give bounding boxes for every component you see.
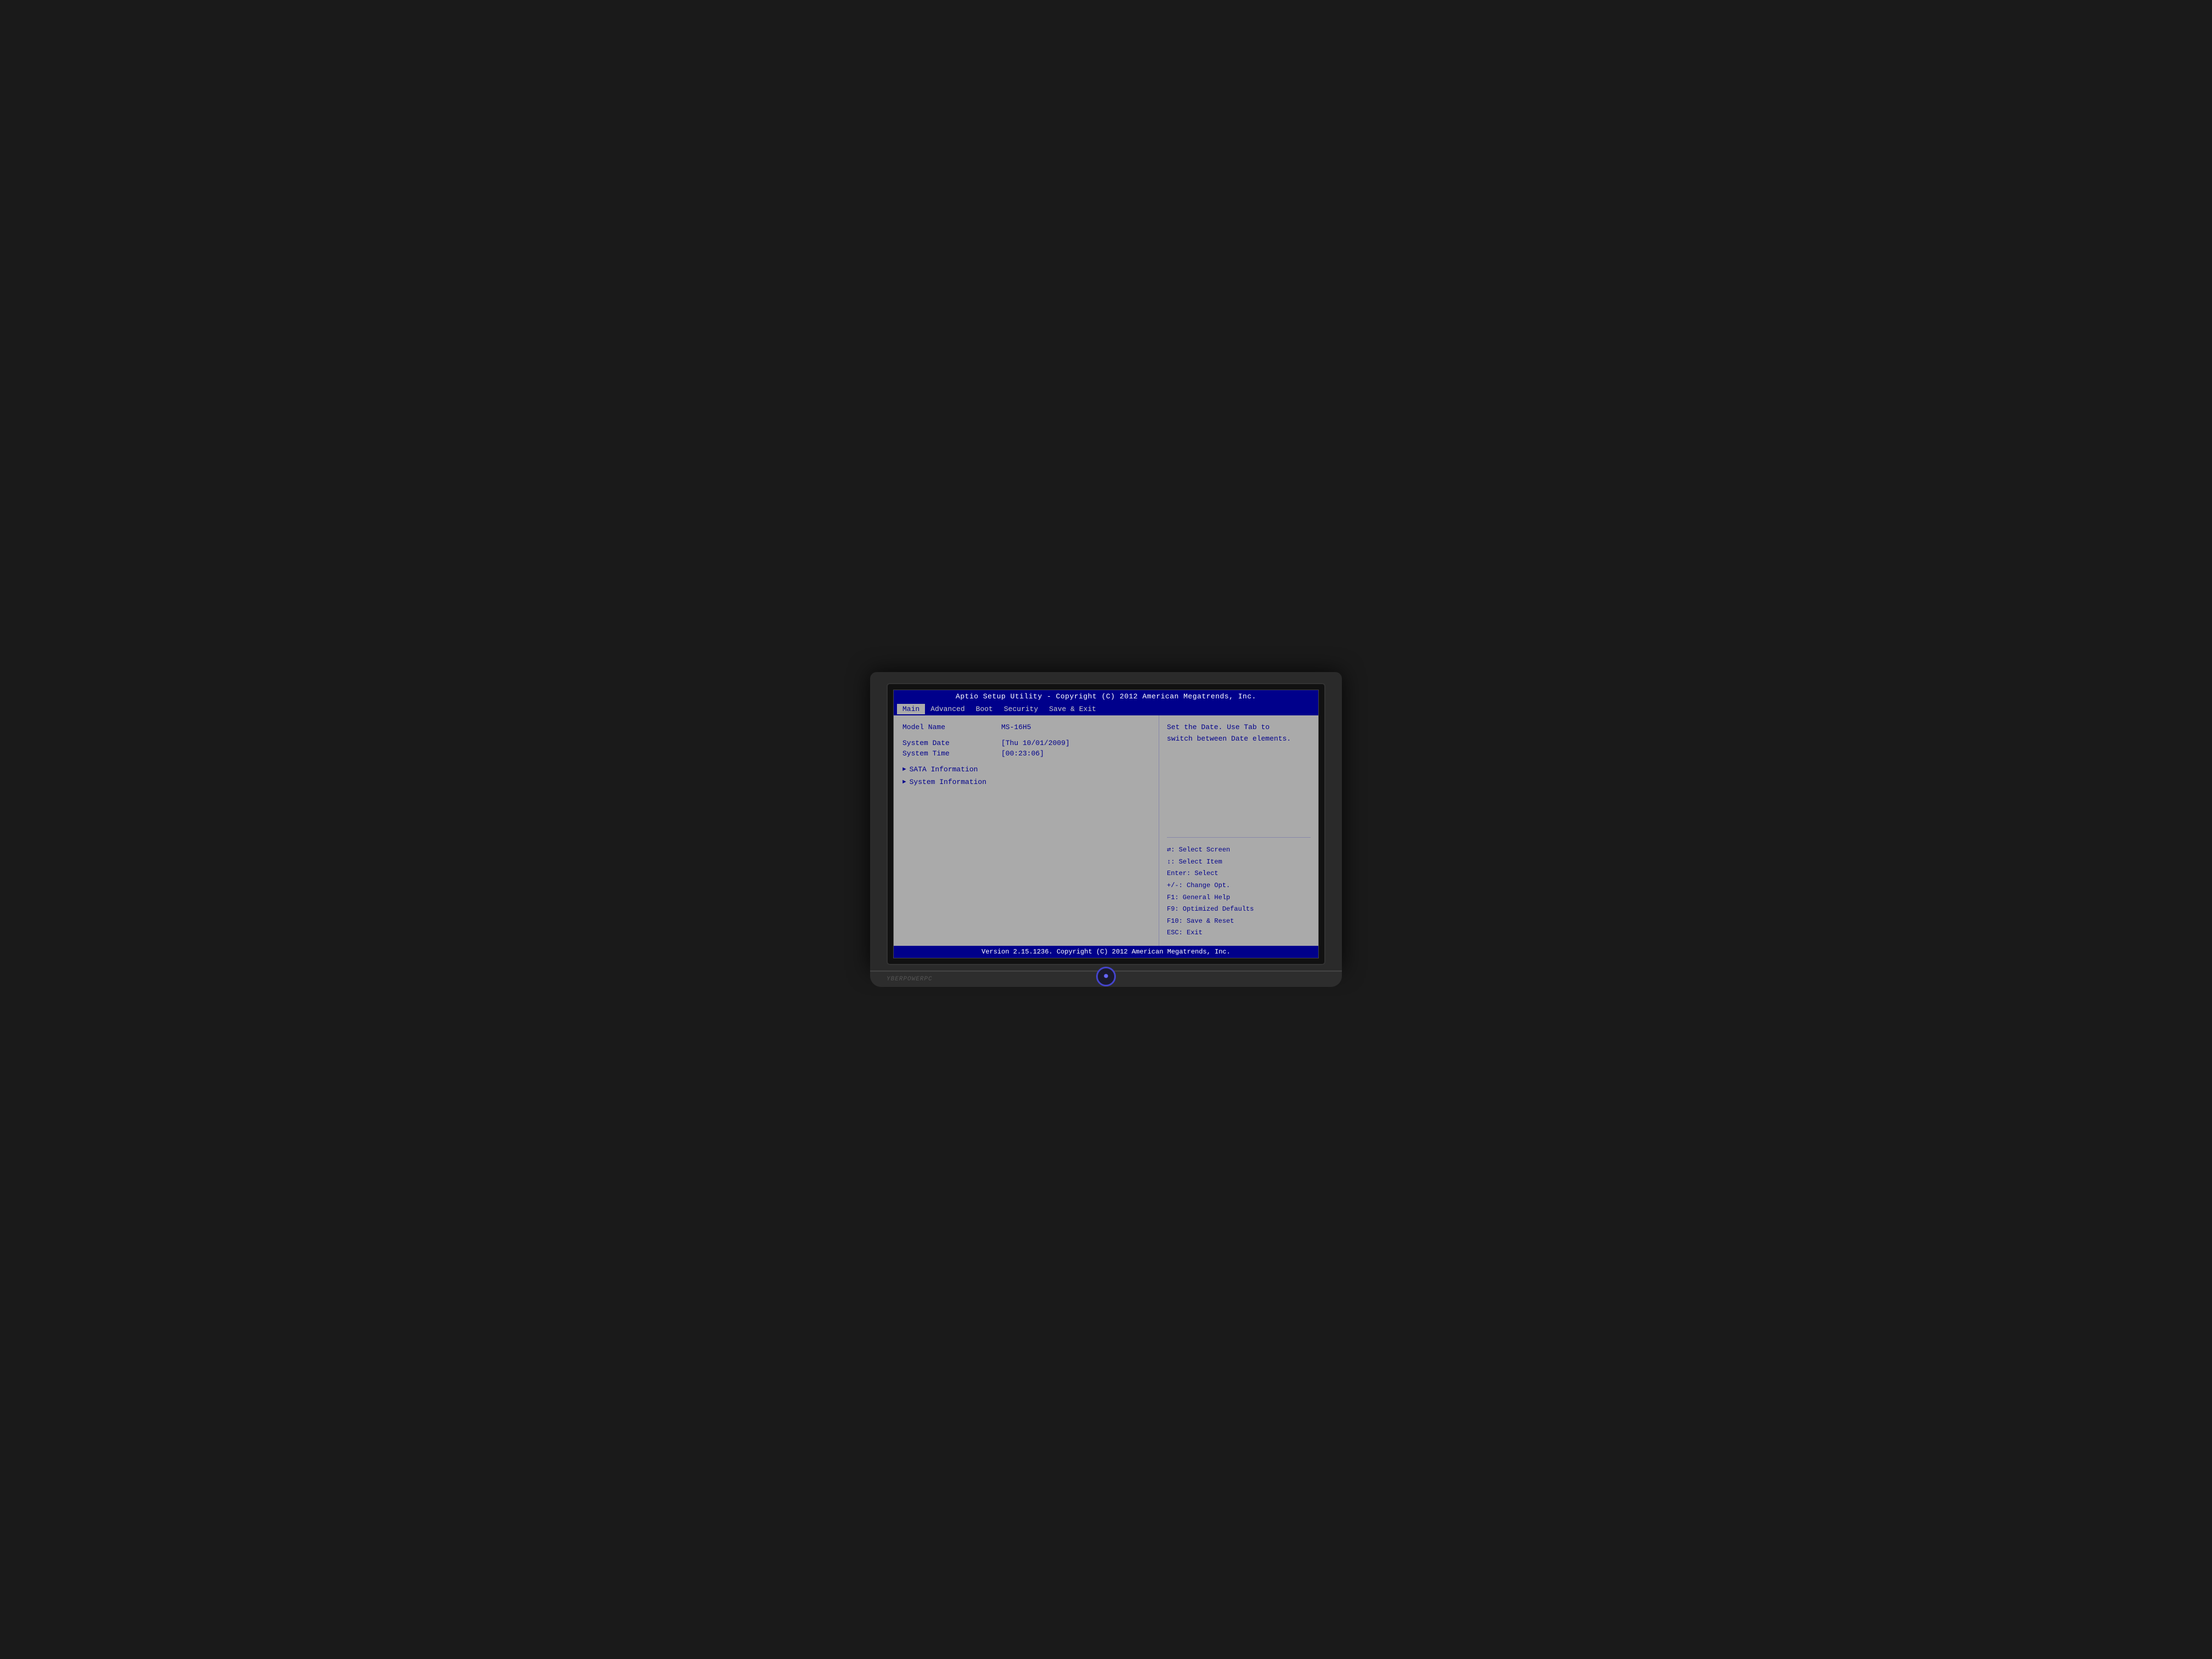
shortcut-f1: F1: General Help	[1167, 892, 1311, 904]
system-information-item[interactable]: ► System Information	[902, 778, 1150, 786]
system-date-row[interactable]: System Date [Thu 10/01/2009]	[902, 739, 1150, 747]
menu-bar: Main Advanced Boot Security Save & Exit	[894, 703, 1318, 715]
menu-item-advanced[interactable]: Advanced	[925, 704, 970, 714]
title-bar: Aptio Setup Utility - Copyright (C) 2012…	[894, 690, 1318, 703]
system-time-value[interactable]: [00:23:06]	[1001, 749, 1044, 758]
arrow-icon-2: ►	[902, 779, 906, 786]
menu-item-boot[interactable]: Boot	[970, 704, 998, 714]
shortcut-key-f9: F9: Optimized Defaults	[1167, 905, 1254, 913]
model-name-value: MS-16H5	[1001, 723, 1031, 731]
system-time-label: System Time	[902, 749, 1001, 758]
shortcut-enter: Enter: Select	[1167, 868, 1311, 880]
footer-bar: Version 2.15.1236. Copyright (C) 2012 Am…	[894, 946, 1318, 958]
shortcut-select-item: ↕: Select Item	[1167, 856, 1311, 868]
right-panel: Set the Date. Use Tab toswitch between D…	[1159, 715, 1318, 946]
system-information-label: System Information	[910, 778, 986, 786]
brand-label: YBERPOWERPC	[887, 976, 933, 983]
shortcuts-area: ⇄: Select Screen ↕: Select Item Enter: S…	[1167, 844, 1311, 939]
shortcut-key-f1: F1: General Help	[1167, 894, 1230, 901]
shortcut-key-enter: Enter: Select	[1167, 870, 1218, 877]
menu-item-main[interactable]: Main	[897, 704, 925, 714]
menu-item-save-exit[interactable]: Save & Exit	[1043, 704, 1102, 714]
left-panel: Model Name MS-16H5 System Date [Thu 10/0…	[894, 715, 1159, 946]
power-button[interactable]: ⏺	[1096, 967, 1116, 986]
shortcut-key-f10: F10: Save & Reset	[1167, 917, 1234, 925]
system-date-label: System Date	[902, 739, 1001, 747]
shortcut-f9: F9: Optimized Defaults	[1167, 904, 1311, 916]
help-description: Set the Date. Use Tab toswitch between D…	[1167, 723, 1291, 743]
shortcut-select-screen: ⇄: Select Screen	[1167, 844, 1311, 856]
sata-information-label: SATA Information	[910, 765, 978, 774]
content-area: Model Name MS-16H5 System Date [Thu 10/0…	[894, 715, 1318, 946]
sata-information-item[interactable]: ► SATA Information	[902, 765, 1150, 774]
arrow-icon: ►	[902, 766, 906, 773]
shortcut-f10: F10: Save & Reset	[1167, 916, 1311, 928]
shortcut-change-opt: +/-: Change Opt.	[1167, 880, 1311, 892]
shortcut-key-change-opt: +/-: Change Opt.	[1167, 882, 1230, 889]
laptop-bottom: ⏺	[870, 970, 1342, 987]
shortcut-esc: ESC: Exit	[1167, 927, 1311, 939]
system-date-value[interactable]: [Thu 10/01/2009]	[1001, 739, 1070, 747]
model-name-row: Model Name MS-16H5	[902, 723, 1150, 731]
help-text-area: Set the Date. Use Tab toswitch between D…	[1167, 722, 1311, 838]
shortcut-key-select-item: ↕: Select Item	[1167, 858, 1222, 866]
shortcut-key-select-screen: ⇄: Select Screen	[1167, 846, 1230, 854]
system-time-row[interactable]: System Time [00:23:06]	[902, 749, 1150, 758]
power-icon: ⏺	[1104, 972, 1108, 981]
model-name-label: Model Name	[902, 723, 1001, 731]
shortcut-key-esc: ESC: Exit	[1167, 929, 1203, 936]
menu-item-security[interactable]: Security	[998, 704, 1043, 714]
